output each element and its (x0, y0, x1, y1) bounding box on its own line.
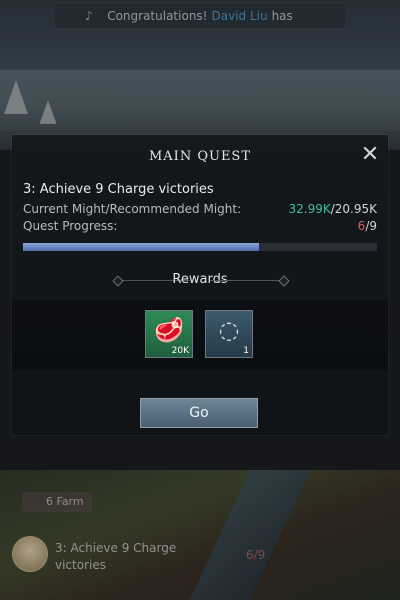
rewards-box: 🥩 20K ◌ 1 (12, 300, 388, 370)
beads-icon: ◌ (218, 316, 240, 344)
announcement-suffix: has (271, 9, 293, 23)
quest-tracker[interactable]: 3: Achieve 9 Charge victories 6/9 (10, 530, 310, 580)
progress-row: Quest Progress: 6/9 (23, 219, 377, 233)
progress-values: 6/9 (357, 219, 377, 233)
might-recommended: 20.95K (334, 202, 377, 216)
divider-right (210, 280, 280, 281)
might-current: 32.99K (288, 202, 331, 216)
meat-icon: 🥩 (154, 316, 184, 344)
reward-item-beads[interactable]: ◌ 1 (205, 310, 253, 358)
avatar[interactable] (12, 536, 48, 572)
panel-title: MAIN QUEST (148, 149, 252, 164)
go-button[interactable]: Go (140, 398, 258, 428)
reward-item-meat[interactable]: 🥩 20K (145, 310, 193, 358)
announcement-prefix: Congratulations! (107, 9, 208, 23)
might-label: Current Might/Recommended Might: (23, 202, 242, 216)
announcement-player-name: David Liu (211, 9, 268, 23)
quest-progress-fill (23, 243, 260, 251)
tracker-progress: 6/9 (246, 548, 266, 562)
progress-total: 9 (369, 219, 377, 233)
main-quest-panel: MAIN QUEST ✕ 3: Achieve 9 Charge victori… (12, 135, 388, 435)
close-icon[interactable]: ✕ (358, 143, 382, 167)
might-values: 32.99K/20.95K (288, 202, 377, 216)
rewards-title: Rewards (172, 272, 228, 287)
tracker-quest-name: 3: Achieve 9 Charge victories (55, 541, 177, 572)
might-row: Current Might/Recommended Might: 32.99K/… (23, 202, 377, 216)
reward-count: 20K (171, 346, 189, 356)
reward-count: 1 (243, 346, 249, 356)
horn-icon: ♪ (85, 9, 93, 23)
farm-tag[interactable]: 6 Farm (22, 492, 92, 512)
quest-progress-bar (23, 243, 377, 251)
announcement-banner: ♪ Congratulations! David Liu has (55, 4, 345, 28)
progress-label: Quest Progress: (23, 219, 118, 233)
quest-name: 3: Achieve 9 Charge victories (23, 182, 214, 197)
